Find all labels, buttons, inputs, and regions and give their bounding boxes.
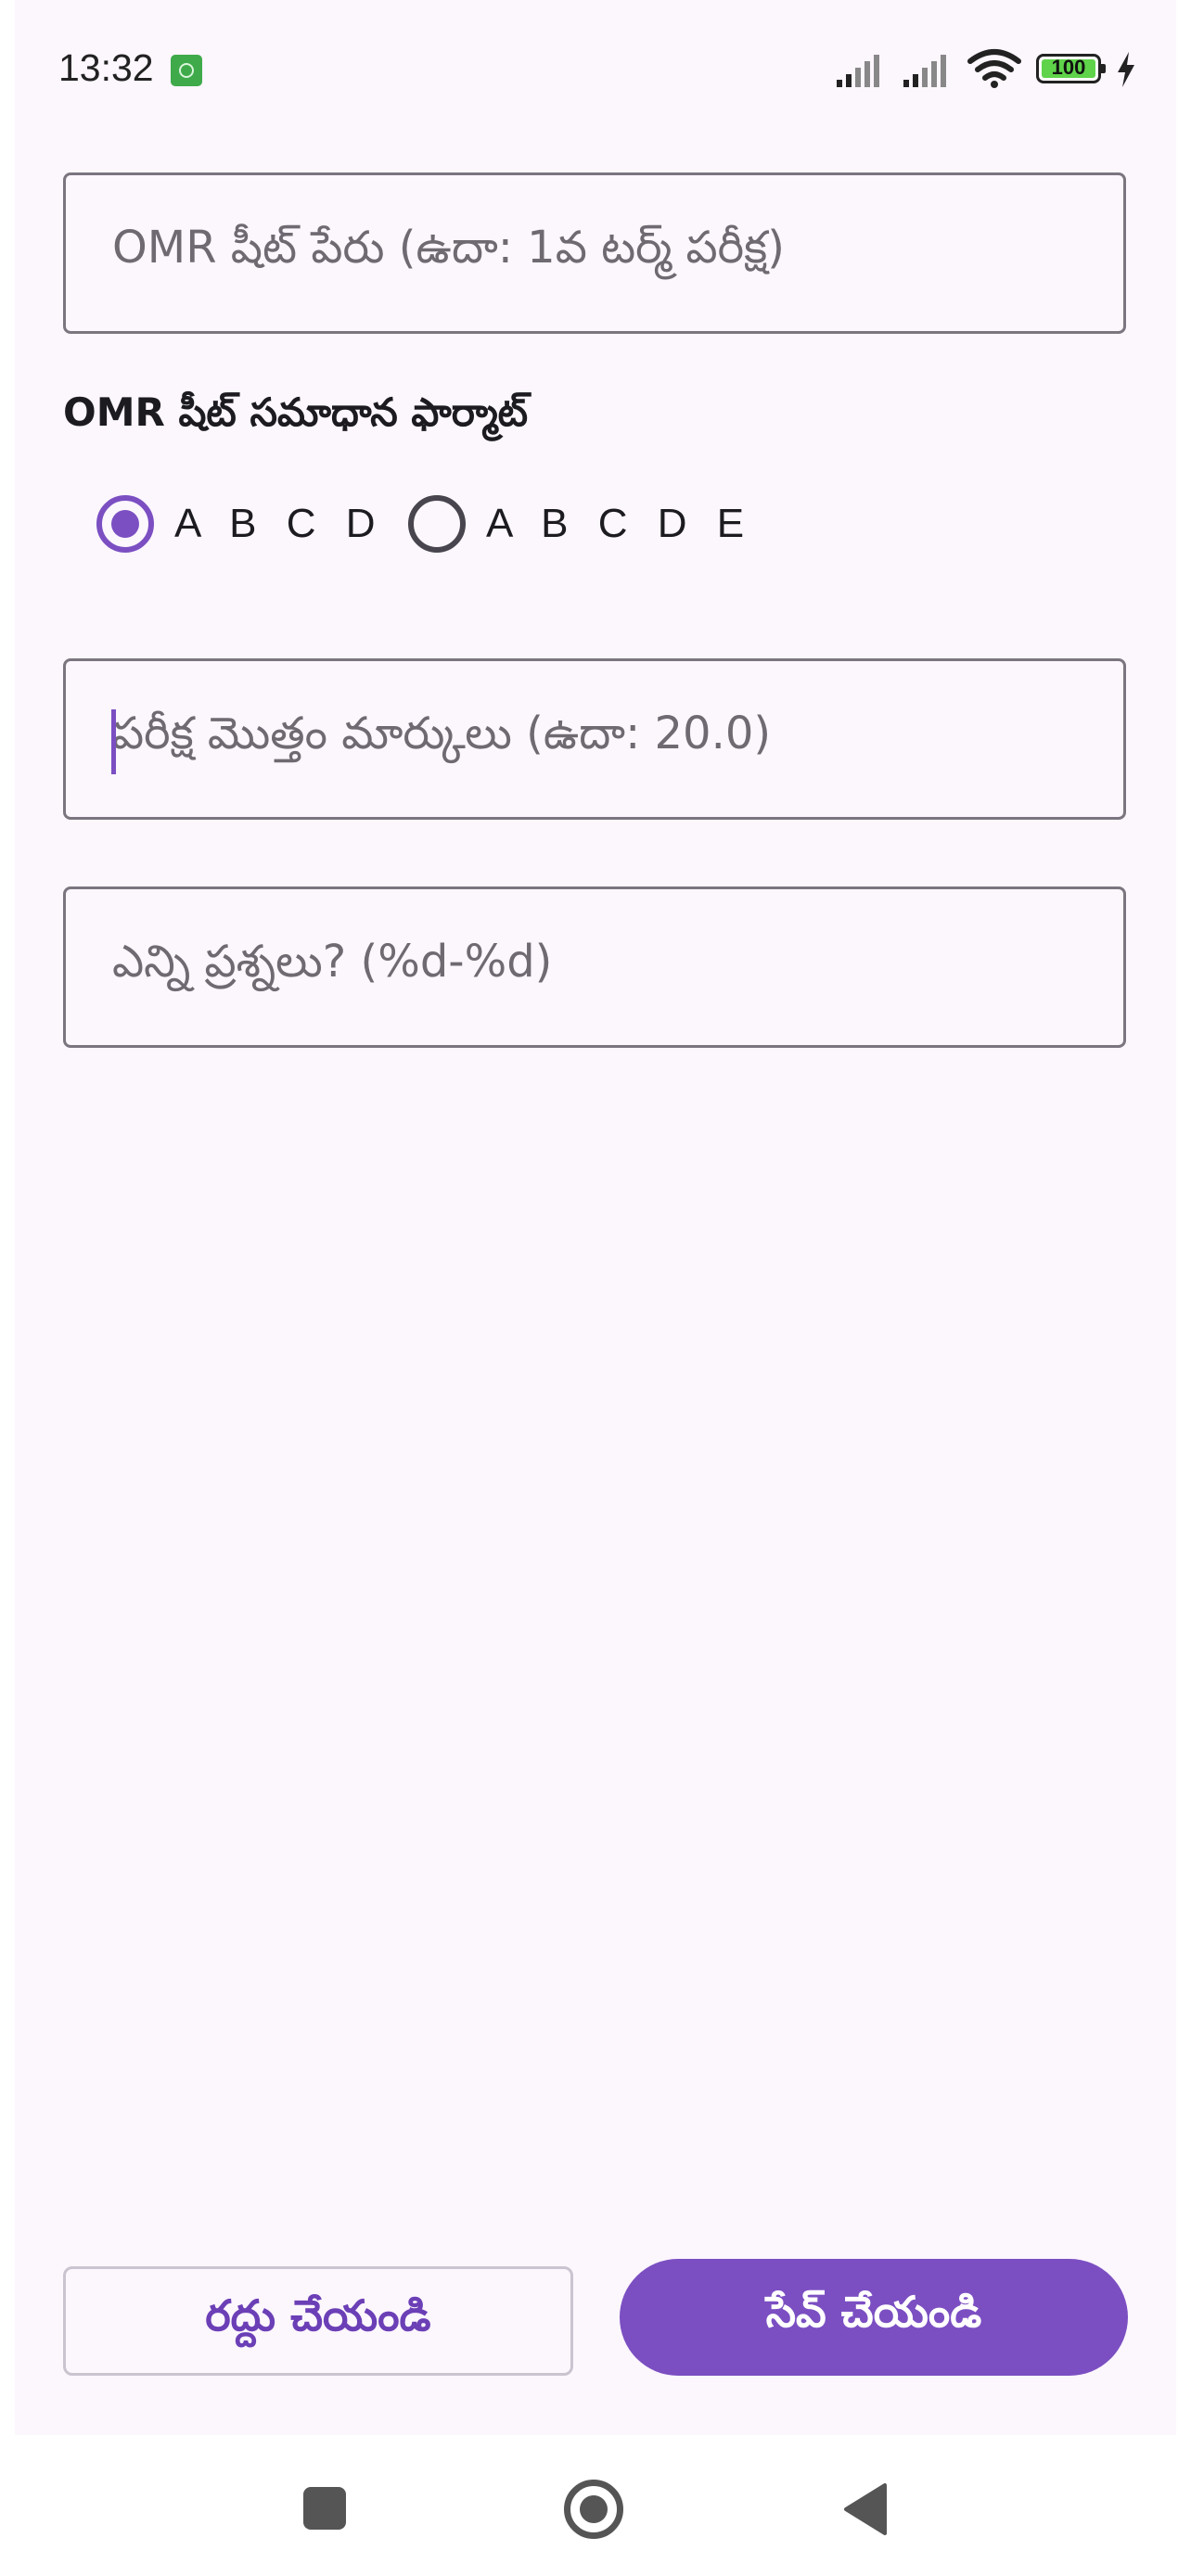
save-button[interactable]: సేవ్ చేయండి bbox=[620, 2259, 1128, 2376]
radio-label-abcd[interactable]: A B C D bbox=[174, 501, 385, 547]
status-bar: 13:32 100 bbox=[15, 0, 1176, 139]
radio-checked-icon[interactable] bbox=[96, 495, 154, 553]
answer-format-label: OMR షీట్ సమాధాన ఫార్మాట్ bbox=[63, 389, 529, 435]
signal-icon bbox=[837, 55, 879, 87]
recents-square-icon[interactable] bbox=[303, 2487, 346, 2530]
battery-icon: 100 bbox=[1036, 54, 1106, 83]
radio-option-abcde[interactable]: A B C D E bbox=[408, 490, 753, 558]
sheet-name-field[interactable]: OMR షీట్ పేరు (ఉదా: 1వ టర్మ్ పరీక్ష) bbox=[63, 172, 1126, 334]
total-marks-field[interactable]: పరీక్ష మొత్తం మార్కులు (ఉదా: 20.0) bbox=[63, 658, 1126, 820]
status-time: 13:32 bbox=[58, 46, 154, 89]
system-nav-bar bbox=[0, 2435, 1191, 2576]
question-count-field[interactable]: ఎన్ని ప్రశ్నలు? (%d-%d) bbox=[63, 886, 1126, 1048]
sheet-name-placeholder: OMR షీట్ పేరు (ఉదా: 1వ టర్మ్ పరీక్ష) bbox=[112, 222, 785, 274]
charging-icon bbox=[1118, 52, 1134, 87]
total-marks-placeholder: పరీక్ష మొత్తం మార్కులు (ఉదా: 20.0) bbox=[112, 708, 772, 759]
text-cursor bbox=[111, 709, 116, 774]
radio-label-abcde[interactable]: A B C D E bbox=[486, 501, 753, 547]
question-count-placeholder: ఎన్ని ప్రశ్నలు? (%d-%d) bbox=[112, 936, 553, 988]
wifi-icon bbox=[967, 49, 1021, 88]
app-screen: 13:32 100 OMR షీట్ పేరు (ఉదా: 1వ టర్మ్ ప… bbox=[15, 0, 1176, 2576]
app-notification-icon bbox=[171, 55, 202, 86]
radio-option-abcd[interactable]: A B C D bbox=[96, 490, 385, 558]
cancel-button[interactable]: రద్దు చేయండి bbox=[63, 2266, 573, 2376]
signal-icon bbox=[903, 55, 946, 87]
back-triangle-icon[interactable] bbox=[840, 2481, 889, 2537]
battery-level: 100 bbox=[1051, 56, 1086, 79]
radio-unchecked-icon[interactable] bbox=[408, 495, 466, 553]
home-circle-icon[interactable] bbox=[564, 2480, 623, 2539]
